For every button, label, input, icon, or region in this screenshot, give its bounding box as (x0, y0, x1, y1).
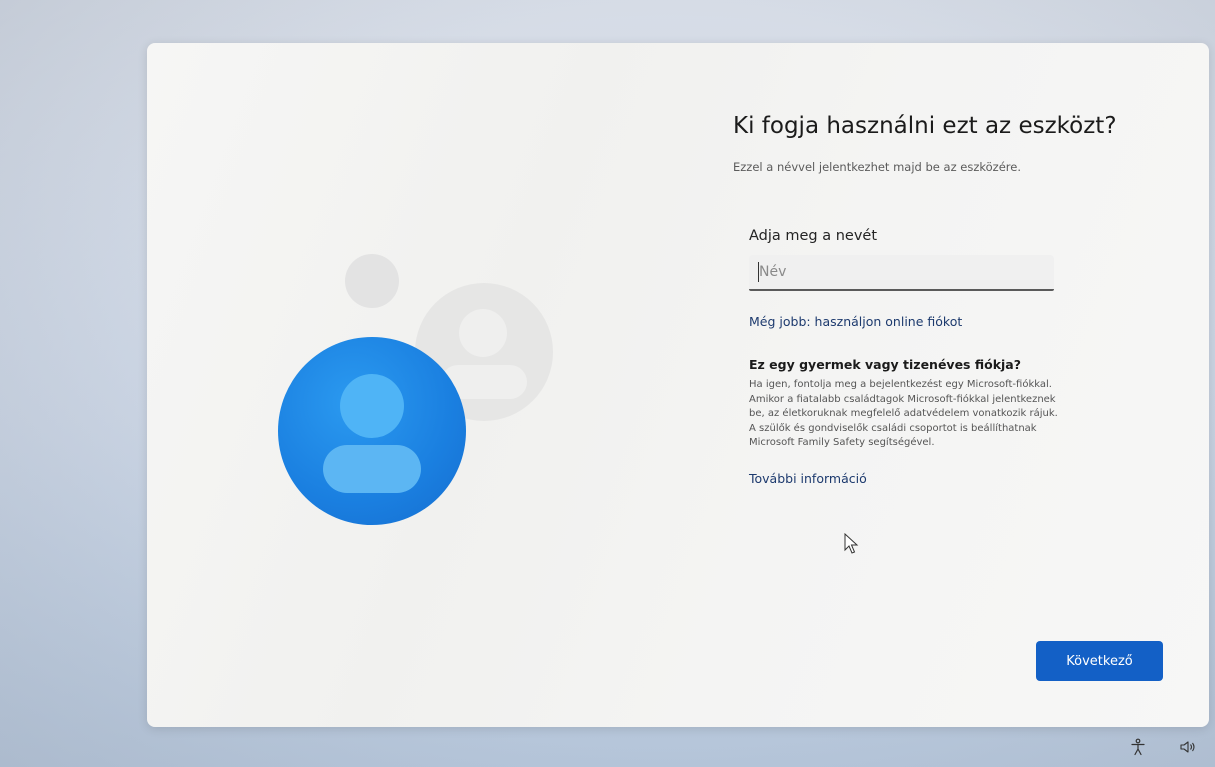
setup-dialog: Ki fogja használni ezt az eszközt? Ezzel… (147, 43, 1209, 727)
avatar-head (340, 374, 404, 438)
avatar-body (323, 445, 421, 493)
name-input[interactable] (749, 255, 1054, 291)
name-field-label: Adja meg a nevét (749, 228, 878, 244)
decorative-dot (345, 254, 399, 308)
user-avatar-icon (278, 337, 466, 525)
accessibility-icon[interactable] (1129, 738, 1147, 756)
account-illustration (147, 43, 707, 727)
child-account-heading: Ez egy gyermek vagy tizenéves fiókja? (749, 357, 1021, 372)
more-info-link[interactable]: További információ (749, 471, 867, 486)
child-account-description: Ha igen, fontolja meg a bejelentkezést e… (749, 379, 1058, 448)
page-title: Ki fogja használni ezt az eszközt? (733, 113, 1117, 139)
mouse-pointer-icon (844, 533, 859, 554)
next-button[interactable]: Következő (1036, 641, 1163, 681)
volume-icon[interactable] (1179, 738, 1197, 756)
online-account-link[interactable]: Még jobb: használjon online fiókot (749, 314, 962, 329)
text-caret (758, 262, 759, 282)
page-subtitle: Ezzel a névvel jelentkezhet majd be az e… (733, 160, 1021, 174)
ghost-avatar-head (459, 309, 507, 357)
